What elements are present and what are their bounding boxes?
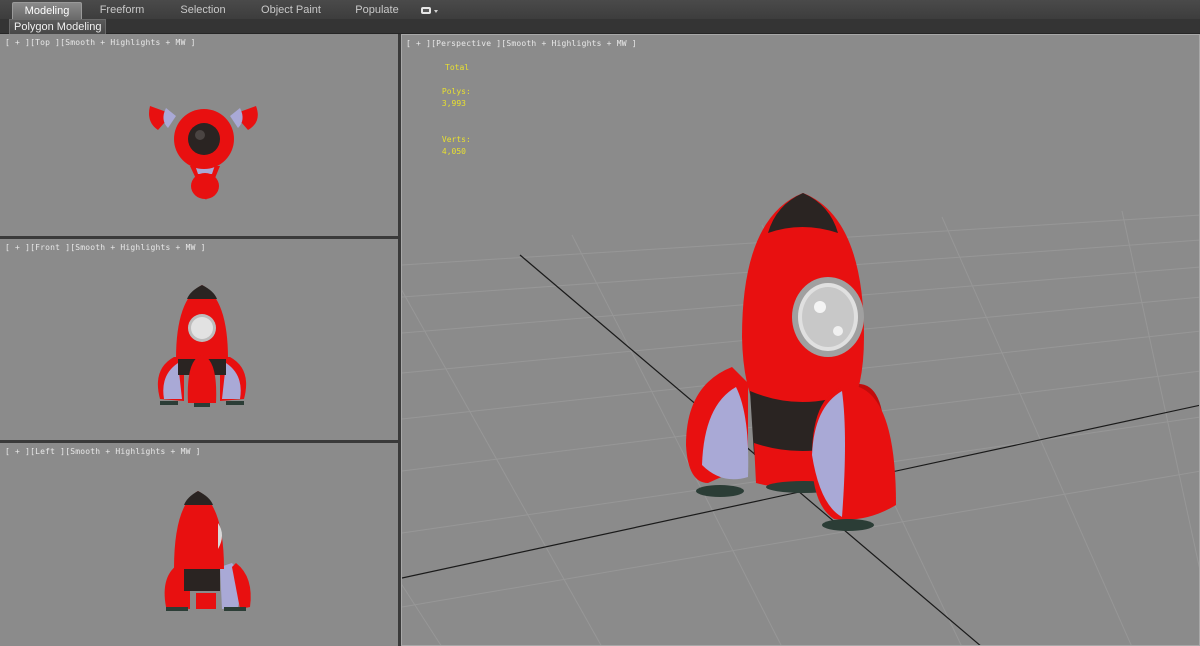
chevron-down-icon (421, 7, 438, 14)
tab-modeling[interactable]: Modeling (12, 2, 82, 19)
ribbon-options-dropdown[interactable] (420, 4, 440, 16)
rocket-top-view (149, 106, 258, 200)
stats-verts: Verts: 4,050 (413, 122, 471, 170)
ribbon-tabs: Modeling Freeform Selection Object Paint… (0, 0, 1200, 20)
stats-header: Total (445, 63, 470, 72)
rocket-front-view (157, 285, 247, 407)
viewport-left[interactable]: [ + ][Left ][Smooth + Highlights + MW ] (0, 443, 398, 646)
stats-polys: Polys: 3,993 (413, 74, 471, 122)
viewport-top[interactable]: [ + ][Top ][Smooth + Highlights + MW ] (0, 34, 398, 236)
stats-polys-value: 3,993 (441, 99, 466, 108)
viewport-front[interactable]: [ + ][Front ][Smooth + Highlights + MW ] (0, 239, 398, 440)
stats-polys-label: Polys: (441, 87, 471, 96)
stats-verts-label: Verts: (441, 135, 471, 144)
stats-verts-value: 4,050 (441, 147, 466, 156)
tab-object-paint[interactable]: Object Paint (256, 2, 326, 18)
tab-populate[interactable]: Populate (348, 2, 406, 18)
polygon-modeling-tab[interactable]: Polygon Modeling (9, 19, 107, 34)
viewport-perspective[interactable]: [ + ][Perspective ][Smooth + Highlights … (401, 34, 1200, 646)
perspective-scene (402, 193, 1199, 645)
scene-statistics: Total Polys: 3,993 Verts: 4,050 (413, 62, 471, 170)
ribbon-panel-bar: Polygon Modeling (0, 19, 1200, 34)
rocket-left-view (164, 491, 251, 611)
tab-freeform[interactable]: Freeform (92, 2, 152, 18)
tab-selection[interactable]: Selection (172, 2, 234, 18)
viewport-label-perspective[interactable]: [ + ][Perspective ][Smooth + Highlights … (406, 39, 637, 48)
